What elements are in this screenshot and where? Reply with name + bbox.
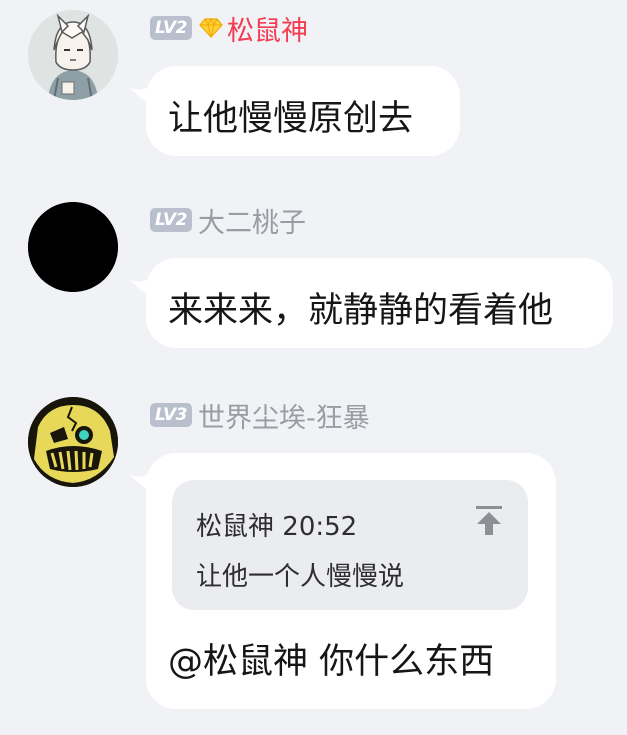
sender-name[interactable]: 松鼠神 (227, 9, 308, 48)
chat-message: LV3 世界尘埃-狂暴 松鼠神 20:52 让他一个人慢慢说 @松鼠神 你什么东… (0, 385, 627, 735)
cartoon-girl-avatar-icon (28, 10, 118, 100)
message-text: 来来来，就静静的看着他 (168, 291, 554, 331)
sender-name[interactable]: 世界尘埃-狂暴 (198, 396, 370, 435)
chat-message: LV2 大二桃子 来来来，就静静的看着他 (0, 190, 627, 360)
quote-author: 松鼠神 (196, 512, 275, 542)
quoted-message[interactable]: 松鼠神 20:52 让他一个人慢慢说 (172, 480, 528, 610)
message-bubble[interactable]: 松鼠神 20:52 让他一个人慢慢说 @松鼠神 你什么东西 (146, 453, 556, 709)
message-text: @松鼠神 你什么东西 (168, 642, 495, 682)
avatar[interactable] (28, 397, 118, 487)
sender-meta: LV3 世界尘埃-狂暴 (150, 399, 370, 434)
sender-name[interactable]: 大二桃子 (198, 201, 306, 240)
sender-meta: LV2 大二桃子 (150, 204, 306, 239)
jump-to-quote-icon[interactable] (474, 504, 504, 536)
quote-text: 让他一个人慢慢说 (196, 562, 405, 592)
quote-header: 松鼠神 20:52 (196, 506, 357, 543)
level-badge: LV2 (150, 208, 192, 232)
message-bubble[interactable]: 让他慢慢原创去 (146, 66, 460, 156)
level-badge: LV2 (150, 16, 192, 40)
black-circle-avatar-icon (28, 202, 118, 292)
yellow-monster-avatar-icon (28, 397, 118, 487)
avatar[interactable] (28, 10, 118, 100)
quote-time: 20:52 (282, 512, 358, 542)
message-bubble[interactable]: 来来来，就静静的看着他 (146, 258, 613, 348)
chat-message: LV2 松鼠神 让他慢慢原创去 (0, 0, 627, 170)
avatar[interactable] (28, 202, 118, 292)
message-text: 让他慢慢原创去 (168, 99, 414, 139)
sender-meta: LV2 松鼠神 (150, 12, 308, 47)
diamond-icon (198, 17, 224, 39)
level-badge: LV3 (150, 403, 192, 427)
